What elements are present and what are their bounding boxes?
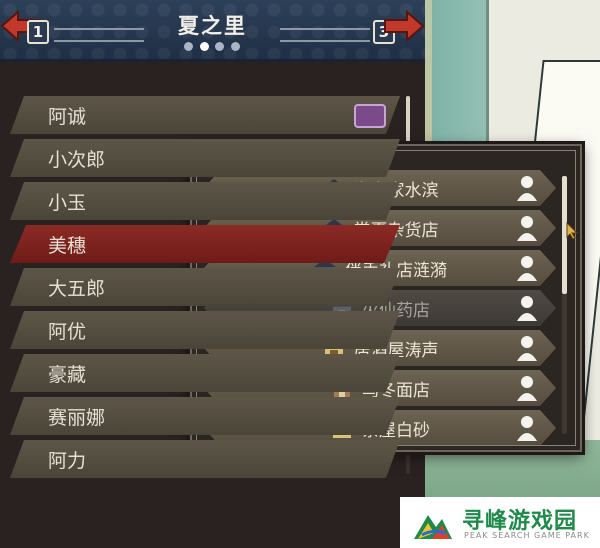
character-name: 大五郎	[48, 277, 106, 300]
character-item[interactable]: 小玉	[10, 182, 400, 220]
character-item[interactable]: 阿优	[10, 311, 400, 349]
character-name: 小玉	[48, 191, 87, 214]
page-dot[interactable]	[215, 42, 225, 51]
person-icon	[516, 255, 538, 281]
character-item[interactable]: 赛丽娜	[10, 397, 400, 435]
page-dot[interactable]	[184, 42, 193, 51]
page-dot[interactable]	[230, 42, 240, 51]
character-item[interactable]: 小次郎	[10, 139, 400, 177]
character-name: 美穗	[48, 234, 87, 257]
person-icon	[516, 175, 538, 201]
person-icon	[516, 415, 538, 441]
pointer-cursor-icon	[566, 222, 578, 240]
person-icon	[516, 295, 538, 321]
character-list: 阿诚 小次郎 小玉 美穗 大五郎 阿优 豪藏 赛丽娜 阿力	[0, 62, 425, 548]
next-region-arrow-icon[interactable]	[383, 6, 425, 46]
character-name: 赛丽娜	[48, 406, 106, 429]
person-icon	[516, 215, 538, 241]
watermark: 寻峰游戏园 PEAK SEARCH GAME PARK	[400, 497, 600, 548]
character-name: 小次郎	[48, 148, 106, 171]
character-item[interactable]: 豪藏	[10, 354, 400, 392]
character-name: 阿优	[48, 320, 87, 343]
character-item[interactable]: 阿诚	[10, 96, 400, 134]
character-name: 阿诚	[48, 105, 87, 128]
gift-badge-icon	[354, 104, 386, 128]
character-name: 阿力	[48, 449, 87, 472]
person-icon	[516, 375, 538, 401]
character-name: 豪藏	[48, 363, 87, 386]
character-item-selected[interactable]: 美穗	[10, 225, 400, 263]
character-item[interactable]: 阿力	[10, 440, 400, 478]
header-ornament-right	[280, 28, 370, 42]
page-indicator	[184, 42, 240, 52]
page-dot-active[interactable]	[199, 42, 209, 51]
person-icon	[516, 335, 538, 361]
region-panel: 1 夏之里 3 阿诚 小次郎 小玉 美穗 大五郎	[0, 0, 425, 548]
region-header: 1 夏之里 3	[0, 0, 425, 62]
watermark-subtitle: PEAK SEARCH GAME PARK	[464, 531, 590, 540]
watermark-logo-icon	[414, 515, 452, 539]
character-item[interactable]: 大五郎	[10, 268, 400, 306]
